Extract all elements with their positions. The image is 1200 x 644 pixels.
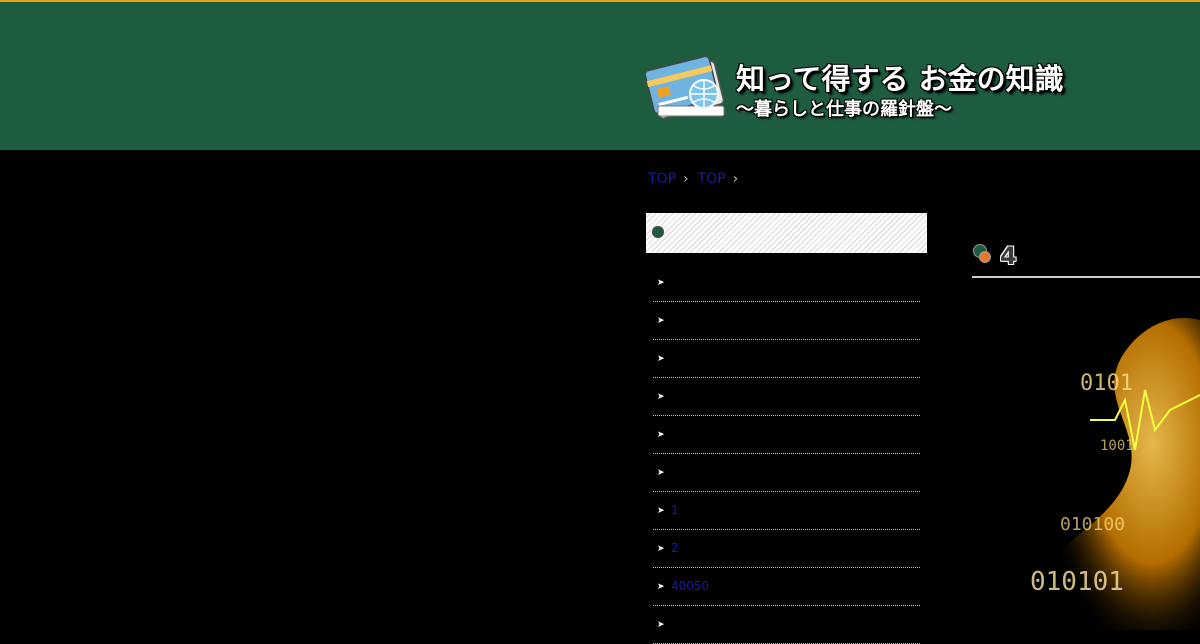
list-item: ➤ bbox=[653, 302, 920, 340]
arrow-right-icon: ➤ bbox=[657, 316, 665, 326]
svg-text:1001: 1001 bbox=[1100, 438, 1134, 454]
arrow-right-icon: ➤ bbox=[657, 620, 665, 630]
list-item: ➤ bbox=[653, 416, 920, 454]
category-list: ➤ ➤ ➤ ➤ ➤ ➤ ➤ 1 ➤ 2 ➤ 40050 ➤ bbox=[653, 264, 920, 644]
arrow-right-icon: ➤ bbox=[657, 506, 665, 516]
section-title: 4 bbox=[1000, 242, 1017, 270]
svg-text:010100: 010100 bbox=[1060, 514, 1125, 535]
hero-image: 0101 1001 010100 010101 bbox=[1030, 318, 1200, 630]
list-item: ➤ bbox=[653, 264, 920, 302]
double-dot-icon bbox=[973, 244, 991, 263]
breadcrumb-top-link-2[interactable]: TOP bbox=[698, 171, 726, 187]
category-link[interactable]: 40050 bbox=[671, 579, 709, 593]
list-item: ➤ bbox=[653, 378, 920, 416]
sidebar-heading bbox=[646, 213, 927, 253]
list-item: ➤ bbox=[653, 340, 920, 378]
bullet-dot-icon bbox=[652, 226, 664, 238]
list-item: ➤ 2 bbox=[653, 530, 920, 568]
arrow-right-icon: ➤ bbox=[657, 354, 665, 364]
svg-text:010101: 010101 bbox=[1030, 567, 1124, 597]
arrow-right-icon: ➤ bbox=[657, 392, 665, 402]
category-link[interactable]: 2 bbox=[671, 541, 679, 555]
list-item: ➤ bbox=[653, 454, 920, 492]
breadcrumb-top-link[interactable]: TOP bbox=[648, 171, 676, 187]
arrow-right-icon: ➤ bbox=[657, 582, 665, 592]
chevron-right-icon: › bbox=[732, 171, 739, 187]
svg-text:0101: 0101 bbox=[1080, 371, 1133, 396]
list-item: ➤ 40050 bbox=[653, 568, 920, 606]
breadcrumb: TOP › TOP › bbox=[648, 171, 747, 187]
arrow-right-icon: ➤ bbox=[657, 430, 665, 440]
arrow-right-icon: ➤ bbox=[657, 468, 665, 478]
category-link[interactable]: 1 bbox=[671, 503, 679, 517]
site-title: 知って得する お金の知識 bbox=[736, 62, 1064, 96]
site-header: 知って得する お金の知識 〜暮らしと仕事の羅針盤〜 bbox=[0, 0, 1200, 150]
section-heading: 4 bbox=[972, 240, 1200, 278]
arrow-right-icon: ➤ bbox=[657, 278, 665, 288]
site-subtitle: 〜暮らしと仕事の羅針盤〜 bbox=[736, 99, 952, 120]
arrow-right-icon: ➤ bbox=[657, 544, 665, 554]
chevron-right-icon: › bbox=[683, 171, 689, 187]
list-item: ➤ bbox=[653, 606, 920, 644]
site-logo-link[interactable]: 知って得する お金の知識 〜暮らしと仕事の羅針盤〜 bbox=[646, 50, 1106, 130]
list-item: ➤ 1 bbox=[653, 492, 920, 530]
credit-card-icon bbox=[646, 55, 725, 119]
